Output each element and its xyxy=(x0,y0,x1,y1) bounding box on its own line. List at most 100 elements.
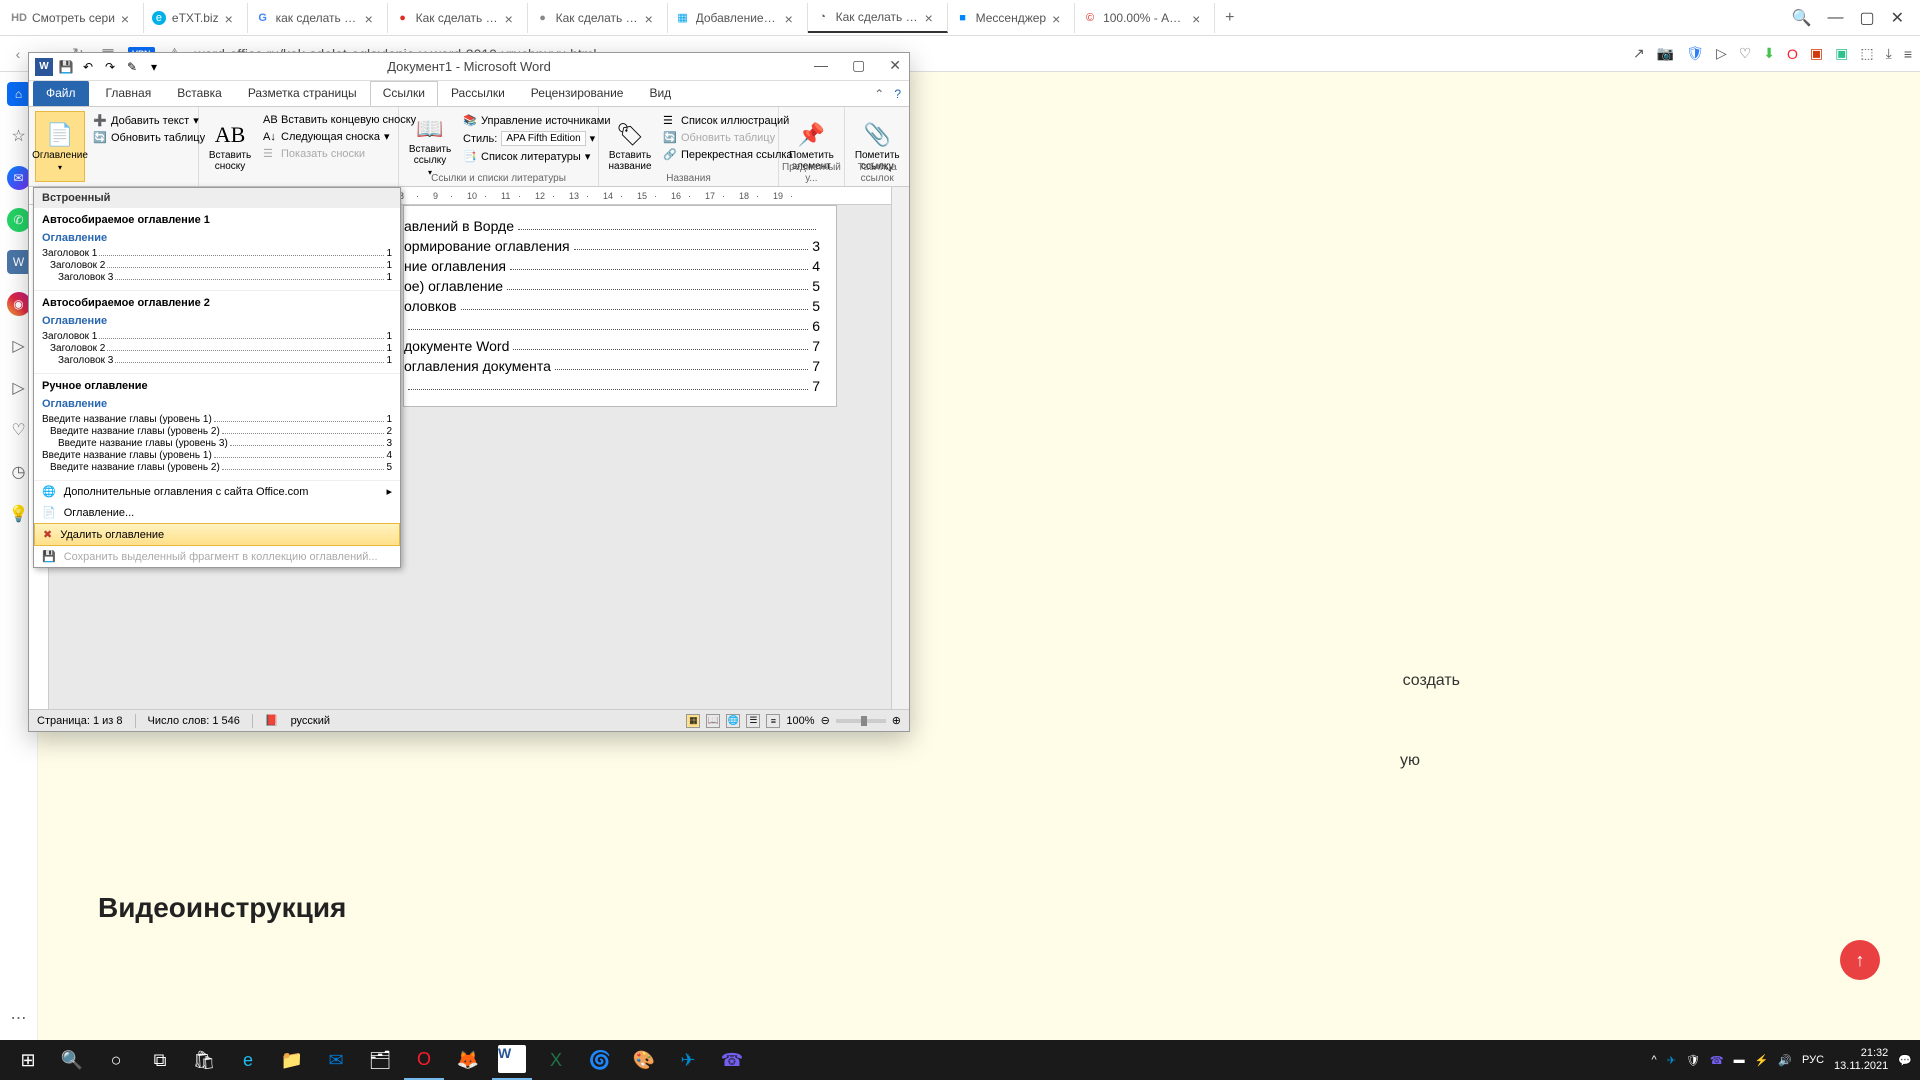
clock[interactable]: 21:32 13.11.2021 xyxy=(1834,1047,1888,1073)
insert-caption-button[interactable]: 🏷 Вставить название xyxy=(605,111,655,182)
play-icon[interactable]: ▷ xyxy=(7,334,31,358)
figures-list-button[interactable]: ☰Список иллюстраций xyxy=(661,113,795,128)
tab-view[interactable]: Вид xyxy=(636,81,684,106)
redo-icon[interactable]: ↷ xyxy=(101,58,119,76)
zoom-level[interactable]: 100% xyxy=(786,715,814,727)
telegram-icon[interactable]: ✈ xyxy=(668,1040,708,1080)
toc-line[interactable]: ое) оглавление5 xyxy=(404,278,820,294)
toc-line[interactable]: 6 xyxy=(404,318,820,334)
tab-messenger[interactable]: ■Мессенджер× xyxy=(948,3,1075,33)
whatsapp-icon[interactable]: ✆ xyxy=(7,208,31,232)
instagram-icon[interactable]: ◉ xyxy=(7,292,31,316)
close-icon[interactable]: × xyxy=(225,11,239,25)
insert-footnote-button[interactable]: AB Вставить сноску xyxy=(205,111,255,182)
toc-line[interactable]: документе Word7 xyxy=(404,338,820,354)
search-icon[interactable]: 🔍 xyxy=(1792,8,1812,28)
bibliography-button[interactable]: 📑Список литературы ▾ xyxy=(461,149,612,164)
close-window-icon[interactable]: ✕ xyxy=(1891,8,1904,28)
history-icon[interactable]: ◷ xyxy=(7,460,31,484)
undo-icon[interactable]: ↶ xyxy=(79,58,97,76)
tray-defender-icon[interactable]: 🛡 xyxy=(1686,1054,1700,1067)
manage-sources-button[interactable]: 📚Управление источниками xyxy=(461,113,612,128)
tab-4[interactable]: ●Как сделать огл× xyxy=(388,3,528,33)
star-icon[interactable]: ☆ xyxy=(7,124,31,148)
paper-icon[interactable]: ▷ xyxy=(7,376,31,400)
zoom-slider[interactable] xyxy=(836,719,886,723)
paint-icon[interactable]: 🎨 xyxy=(624,1040,664,1080)
tray-lang[interactable]: РУС xyxy=(1802,1054,1824,1066)
close-icon[interactable]: × xyxy=(1192,11,1206,25)
draft-icon[interactable]: ≡ xyxy=(766,714,780,728)
toc-button[interactable]: 📄 Оглавление ▾ xyxy=(35,111,85,182)
tray-telegram-icon[interactable]: ✈ xyxy=(1667,1054,1676,1067)
play-icon[interactable]: ▷ xyxy=(1716,45,1727,62)
home-icon[interactable]: ⌂ xyxy=(7,82,31,106)
toc-auto2-item[interactable]: Автособираемое оглавление 2 Оглавление З… xyxy=(34,291,400,374)
search-icon[interactable]: 🔍 xyxy=(52,1040,92,1080)
tray-battery-icon[interactable]: ▬ xyxy=(1734,1054,1745,1066)
spell-icon[interactable]: 📕 xyxy=(265,714,279,727)
language-indicator[interactable]: русский xyxy=(291,715,330,727)
toc-line[interactable]: оловков5 xyxy=(404,298,820,314)
zoom-in-icon[interactable]: ⊕ xyxy=(892,714,901,727)
share-icon[interactable]: ↗ xyxy=(1633,45,1645,62)
minimize-icon[interactable]: — xyxy=(1827,9,1843,27)
tray-viber-icon[interactable]: ☎ xyxy=(1710,1054,1724,1067)
toc-line[interactable]: ормирование оглавления3 xyxy=(404,238,820,254)
bulb-icon[interactable]: 💡 xyxy=(7,502,31,526)
tray-wifi-icon[interactable]: ⚡ xyxy=(1755,1054,1769,1067)
toc-line[interactable]: авлений в Ворде xyxy=(404,218,820,234)
cortana-icon[interactable]: ○ xyxy=(96,1040,136,1080)
back-icon[interactable]: ‹ xyxy=(8,44,28,64)
tab-hd[interactable]: HDСмотреть сери× xyxy=(4,3,144,33)
tab-layout[interactable]: Разметка страницы xyxy=(235,81,370,106)
tab-google[interactable]: Gкак сделать огл× xyxy=(248,3,388,33)
new-tab-button[interactable]: + xyxy=(1215,9,1244,27)
collapse-ribbon-icon[interactable]: ⌃ xyxy=(874,87,884,101)
vertical-scrollbar[interactable] xyxy=(891,187,909,709)
excel-icon[interactable]: X xyxy=(536,1040,576,1080)
tray-volume-icon[interactable]: 🔊 xyxy=(1778,1054,1792,1067)
web-layout-icon[interactable]: 🌐 xyxy=(726,714,740,728)
qat-dropdown-icon[interactable]: ▾ xyxy=(145,58,163,76)
firefox-icon[interactable]: 🦊 xyxy=(448,1040,488,1080)
more-icon[interactable]: ⋯ xyxy=(7,1006,31,1030)
mail-icon[interactable]: ✉ xyxy=(316,1040,356,1080)
style-select[interactable]: Стиль: APA Fifth Edition ▾ xyxy=(461,130,612,147)
heart-icon[interactable]: ♡ xyxy=(1739,45,1752,62)
scroll-to-top-button[interactable]: ↑ xyxy=(1840,940,1880,980)
store-icon[interactable]: 🛍 xyxy=(184,1040,224,1080)
reading-icon[interactable]: 📖 xyxy=(706,714,720,728)
outline-icon[interactable]: ☰ xyxy=(746,714,760,728)
update-table2-button[interactable]: 🔄Обновить таблицу xyxy=(661,130,795,145)
tab-file[interactable]: Файл xyxy=(33,81,89,106)
close-icon[interactable]: × xyxy=(925,10,939,24)
close-icon[interactable]: × xyxy=(365,11,379,25)
viber-icon[interactable]: ☎ xyxy=(712,1040,752,1080)
custom-toc-menu[interactable]: 📄 Оглавление... xyxy=(34,502,400,523)
task-view-icon[interactable]: ⧉ xyxy=(140,1040,180,1080)
tab-active[interactable]: ◔Как сделать огл× xyxy=(808,3,948,33)
word-taskbar-icon[interactable]: W xyxy=(492,1040,532,1080)
start-button[interactable]: ⊞ xyxy=(8,1040,48,1080)
format-icon[interactable]: ✎ xyxy=(123,58,141,76)
downloads-icon[interactable]: ⤓ xyxy=(1886,45,1892,62)
close-icon[interactable]: ✕ xyxy=(889,57,901,74)
tab-references[interactable]: Ссылки xyxy=(370,81,438,106)
close-icon[interactable]: × xyxy=(1052,11,1066,25)
screenshot-icon[interactable]: 📷 xyxy=(1657,45,1674,62)
ie-icon[interactable]: e xyxy=(228,1040,268,1080)
download-icon[interactable]: ⬇ xyxy=(1763,45,1775,62)
opera-icon[interactable]: O xyxy=(1787,46,1798,62)
update-table-button[interactable]: 🔄Обновить таблицу xyxy=(91,130,207,145)
remove-toc-menu[interactable]: ✖ Удалить оглавление xyxy=(34,523,400,546)
save-icon[interactable]: 💾 xyxy=(57,58,75,76)
tab-5[interactable]: ●Как сделать сод× xyxy=(528,3,668,33)
document-page[interactable]: авлений в Вордеормирование оглавления3ни… xyxy=(403,205,837,407)
vk-icon[interactable]: W xyxy=(7,250,31,274)
tab-mailings[interactable]: Рассылки xyxy=(438,81,518,106)
close-icon[interactable]: × xyxy=(121,11,135,25)
tab-insert[interactable]: Вставка xyxy=(164,81,235,106)
close-icon[interactable]: × xyxy=(785,11,799,25)
zoom-out-icon[interactable]: ⊖ xyxy=(821,714,830,727)
